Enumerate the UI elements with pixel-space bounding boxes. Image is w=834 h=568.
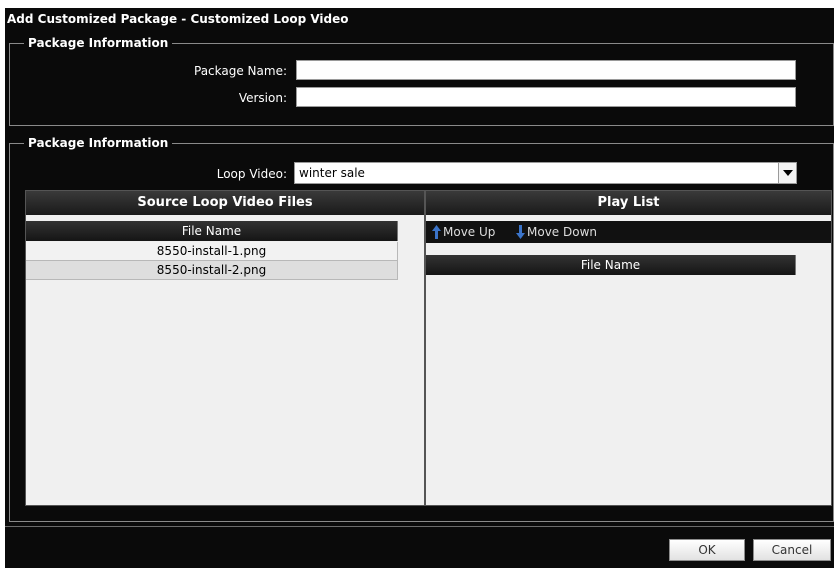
arrow-down-icon bbox=[516, 225, 525, 239]
dialog: Add Customized Package - Customized Loop… bbox=[5, 8, 834, 568]
source-files-title: Source Loop Video Files bbox=[26, 191, 424, 215]
package-name-label: Package Name: bbox=[194, 64, 287, 78]
version-input[interactable] bbox=[296, 87, 796, 107]
playlist-toolbar: Move Up Move Down bbox=[426, 221, 831, 243]
source-column-header-file-name[interactable]: File Name bbox=[26, 221, 398, 241]
source-files-panel: Source Loop Video Files File Name 8550-i… bbox=[25, 190, 425, 506]
source-row[interactable]: 8550-install-2.png bbox=[26, 261, 398, 280]
loop-video-dropdown-button[interactable] bbox=[778, 163, 796, 183]
footer-separator bbox=[5, 526, 834, 527]
cancel-button[interactable]: Cancel bbox=[753, 539, 831, 561]
loop-video-select[interactable]: winter sale bbox=[294, 162, 797, 184]
version-label: Version: bbox=[238, 91, 287, 105]
loop-video-value: winter sale bbox=[299, 166, 365, 180]
move-down-label: Move Down bbox=[527, 225, 597, 239]
package-info-group: Package Information bbox=[9, 36, 834, 126]
ok-button[interactable]: OK bbox=[669, 539, 745, 561]
move-up-label: Move Up bbox=[443, 225, 496, 239]
playlist-column-header-file-name[interactable]: File Name bbox=[426, 255, 796, 275]
playlist-title: Play List bbox=[426, 191, 831, 215]
arrow-up-icon bbox=[432, 225, 441, 239]
move-down-button[interactable]: Move Down bbox=[516, 225, 597, 239]
package-name-input[interactable] bbox=[296, 60, 796, 80]
source-row[interactable]: 8550-install-1.png bbox=[26, 242, 398, 261]
loop-video-label: Loop Video: bbox=[216, 167, 287, 181]
move-up-button[interactable]: Move Up bbox=[432, 225, 495, 239]
chevron-down-icon bbox=[783, 170, 793, 176]
dialog-title: Add Customized Package - Customized Loop… bbox=[7, 12, 349, 26]
package-info-legend: Package Information bbox=[28, 36, 169, 50]
loop-info-legend: Package Information bbox=[28, 136, 169, 150]
playlist-panel: Play List Move Up Move Down File Name bbox=[425, 190, 832, 506]
